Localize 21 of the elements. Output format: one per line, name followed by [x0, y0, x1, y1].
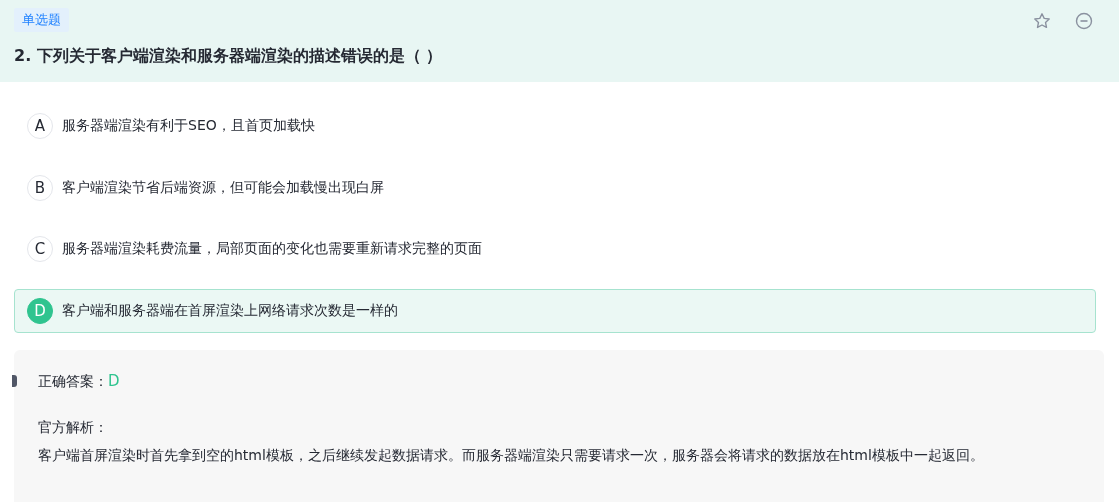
answer-option[interactable]: D 客户端和服务器端在首屏渲染上网络请求次数是一样的	[14, 288, 1096, 333]
explanation-label: 官方解析：	[38, 418, 109, 437]
option-text: 客户端渲染节省后端资源，但可能会加载慢出现白屏	[62, 178, 384, 197]
option-letter: C	[27, 236, 53, 262]
option-letter: A	[27, 113, 53, 139]
answer-marker	[12, 375, 17, 387]
answer-label: 正确答案：	[38, 373, 108, 391]
option-text: 服务器端渲染耗费流量，局部页面的变化也需要重新请求完整的页面	[62, 240, 482, 258]
explanation-text: 客户端首屏渲染时首先拿到空的html模板，之后继续发起数据请求。而服务器端渲染只需要请求一次，服务器会将请求的数据放在html模板中一起返回。	[38, 446, 985, 465]
option-letter: B	[27, 174, 53, 201]
option-text: 服务器端渲染有利于SEO，且首页加载快	[62, 117, 315, 135]
star-icon[interactable]	[1033, 12, 1051, 30]
question-title: 2. 下列关于客户端渲染和服务器端渲染的描述错误的是（ ）	[14, 46, 444, 67]
minus-circle-icon[interactable]	[1075, 12, 1093, 30]
answer-option[interactable]: B 客户端渲染节省后端资源，但可能会加载慢出现白屏	[14, 165, 1096, 210]
answer-value: D	[108, 372, 120, 390]
question-type-tag: 单选题	[14, 8, 69, 32]
answer-option[interactable]: C 服务器端渲染耗费流量，局部页面的变化也需要重新请求完整的页面	[14, 227, 1096, 271]
option-letter: D	[27, 297, 53, 324]
answer-option[interactable]: A 服务器端渲染有利于SEO，且首页加载快	[14, 104, 1096, 148]
option-text: 客户端和服务器端在首屏渲染上网络请求次数是一样的	[62, 301, 398, 320]
